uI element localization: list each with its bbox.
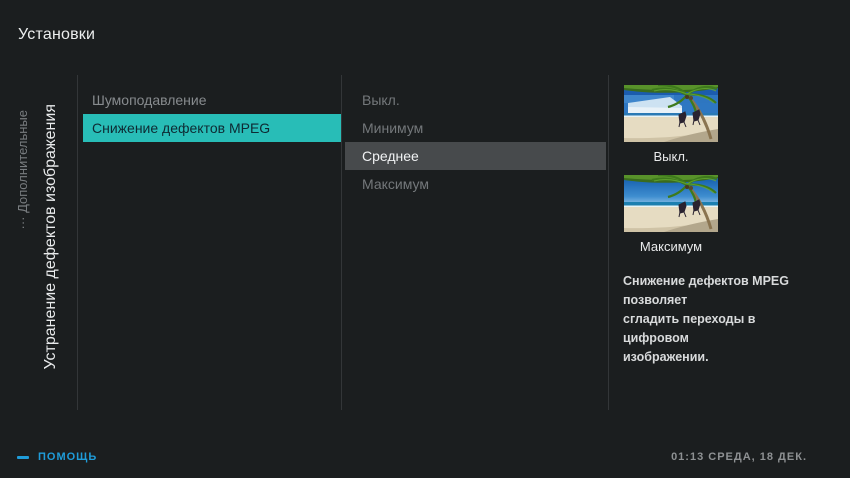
option-off[interactable]: Выкл. [345,86,606,114]
clock-date: 01:13 СРЕДА, 18 ДЕК. [671,451,807,463]
preview-off-label: Выкл. [624,149,718,164]
option-medium[interactable]: Среднее [345,142,606,170]
menu-item-mpeg-artifact-reduction[interactable]: Снижение дефектов MPEG [83,114,341,142]
divider-menu-options [341,75,342,410]
help-button[interactable]: ПОМОЩЬ [38,451,97,463]
option-list: Выкл. Минимум Среднее Максимум [345,86,606,198]
page-title: Установки [18,26,95,44]
breadcrumb-current-menu: Устранение дефектов изображения [42,104,60,370]
option-maximum[interactable]: Максимум [345,170,606,198]
menu-item-noise-reduction[interactable]: Шумоподавление [83,86,341,114]
tv-settings-screen: Установки ··· Дополнительные Устранение … [0,0,850,478]
beach-preview-artifacts-thumbnail [624,85,718,142]
preview-max-label: Максимум [624,239,718,254]
help-key-dash-icon [17,456,29,459]
divider-sidebar [77,75,78,410]
settings-menu-list: Шумоподавление Снижение дефектов MPEG [83,86,341,142]
setting-description: Снижение дефектов MPEG позволяет сгладит… [623,272,823,367]
divider-options-preview [608,75,609,410]
option-minimum[interactable]: Минимум [345,114,606,142]
breadcrumb-parent-menu: ··· Дополнительные [15,110,30,230]
beach-preview-smooth-thumbnail [624,175,718,232]
